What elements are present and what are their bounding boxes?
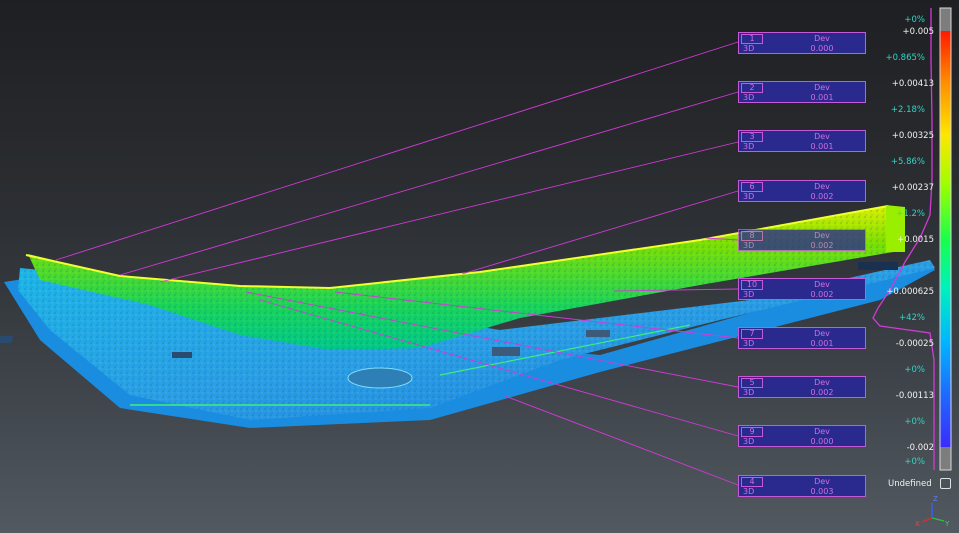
scale-percent-7: +0% [904,417,925,427]
label-value: 0.002 [810,388,834,397]
label-kind: 3D [743,339,755,348]
scale-value-4: +0.0015 [897,235,934,245]
deviation-label-9[interactable]: 9 3D Dev 0.000 [738,425,866,447]
deviation-label-7[interactable]: 7 3D Dev 0.001 [738,327,866,349]
deviation-label-6[interactable]: 6 3D Dev 0.002 [738,180,866,202]
label-index: 6 [741,182,763,192]
label-metric: Dev [814,477,830,486]
scale-value-5: +0.000625 [886,287,934,297]
label-index: 9 [741,427,763,437]
scale-percent-4: +1.2% [896,209,925,219]
label-value: 0.000 [810,44,834,53]
label-kind: 3D [743,192,755,201]
label-metric: Dev [814,83,830,92]
label-kind: 3D [743,44,755,53]
label-metric: Dev [814,378,830,387]
scale-percent-5: +42% [898,313,925,323]
label-kind: 3D [743,93,755,102]
scale-value-7: -0.00113 [895,391,934,401]
label-metric: Dev [814,132,830,141]
deviation-label-1[interactable]: 1 3D Dev 0.000 [738,32,866,54]
label-kind: 3D [743,437,755,446]
leader-line-4 [504,395,739,486]
deviation-label-10[interactable]: 10 3D Dev 0.002 [738,278,866,300]
scale-value-0: +0.005 [902,27,934,37]
label-metric: Dev [814,329,830,338]
label-kind: 3D [743,142,755,151]
axis-x-label: X [915,520,920,528]
axis-z-label: Z [933,495,938,503]
deviation-label-2[interactable]: 2 3D Dev 0.001 [738,81,866,103]
color-scale-bar[interactable] [939,7,952,471]
deviation-label-4[interactable]: 4 3D Dev 0.003 [738,475,866,497]
scale-value-2: +0.00325 [891,131,934,141]
label-metric: Dev [814,182,830,191]
label-value: 0.001 [810,339,834,348]
label-value: 0.003 [810,487,834,496]
axis-y-label: Y [944,520,950,528]
label-index: 8 [741,231,763,241]
label-index: 1 [741,34,763,44]
label-value: 0.000 [810,437,834,446]
scale-value-1: +0.00413 [891,79,934,89]
label-metric: Dev [814,34,830,43]
scale-value-3: +0.00237 [891,183,934,193]
scale-percent-6: +0% [904,365,925,375]
scale-value-8: -0.002 [906,443,934,453]
scale-percent-0: +0% [904,15,925,25]
label-kind: 3D [743,241,755,250]
label-metric: Dev [814,427,830,436]
label-index: 4 [741,477,763,487]
scale-percent-3: +5.86% [890,157,925,167]
leader-line-1 [55,41,739,261]
undefined-toggle[interactable] [940,478,951,489]
label-kind: 3D [743,487,755,496]
deviation-label-5[interactable]: 5 3D Dev 0.002 [738,376,866,398]
label-value: 0.002 [810,290,834,299]
deviation-label-8[interactable]: 8 3D Dev 0.002 [738,229,866,251]
label-index: 7 [741,329,763,339]
label-metric: Dev [814,280,830,289]
scale-percent-1: +0.865% [885,53,925,63]
axis-gizmo: Z X Y [915,495,950,528]
scale-percent-2: +2.18% [890,105,925,115]
scale-value-6: -0.00025 [895,339,934,349]
deviation-label-3[interactable]: 3 3D Dev 0.001 [738,130,866,152]
label-value: 0.002 [810,241,834,250]
label-kind: 3D [743,290,755,299]
3d-viewport[interactable]: Z X Y [0,0,959,533]
label-value: 0.002 [810,192,834,201]
label-index: 5 [741,378,763,388]
label-index: 3 [741,132,763,142]
scale-percent-8: +0% [904,457,925,467]
label-value: 0.001 [810,142,834,151]
label-index: 10 [741,280,763,290]
label-value: 0.001 [810,93,834,102]
undefined-label: Undefined [888,479,932,489]
label-metric: Dev [814,231,830,240]
label-kind: 3D [743,388,755,397]
label-index: 2 [741,83,763,93]
